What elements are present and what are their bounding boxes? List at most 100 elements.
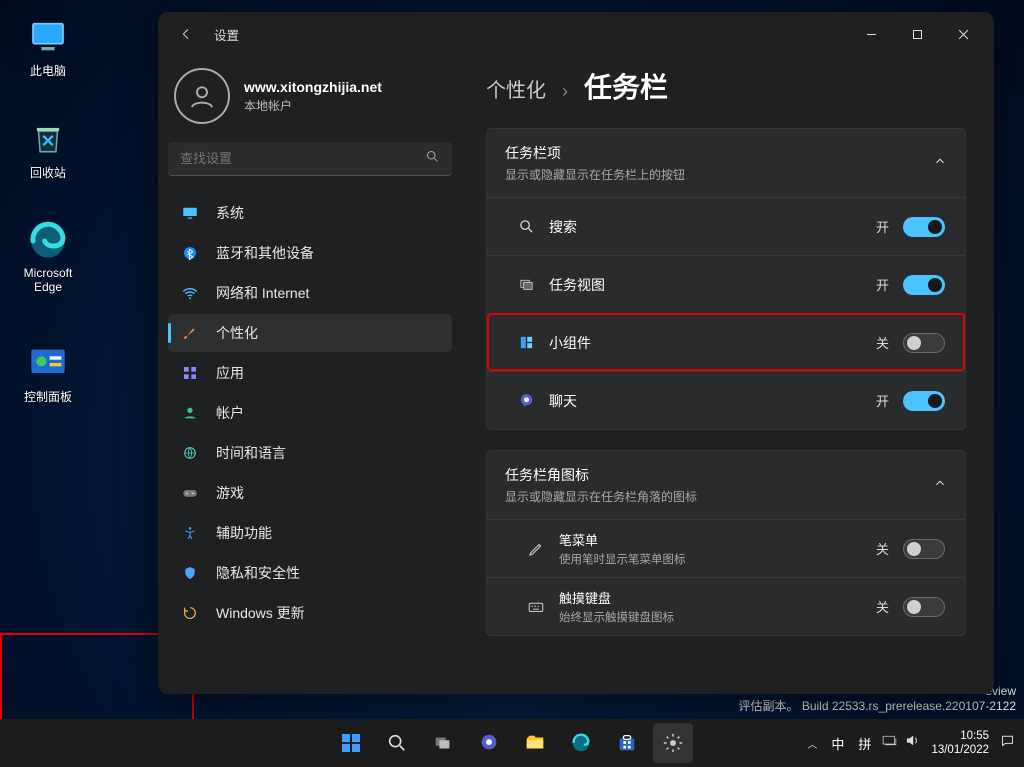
- network-tray-icon[interactable]: [881, 732, 898, 754]
- account-name: www.xitongzhijia.net: [244, 79, 382, 95]
- desktop-icon-cpanel[interactable]: 控制面板: [10, 342, 86, 405]
- row-label: 搜索: [549, 217, 577, 237]
- desktop-icon-label: 回收站: [10, 164, 86, 181]
- shield-icon: [180, 563, 200, 583]
- ime-mode[interactable]: 拼: [854, 734, 875, 753]
- desktop-icon-recycle[interactable]: 回收站: [10, 118, 86, 181]
- taskbar-corner-card: 任务栏角图标 显示或隐藏显示在任务栏角落的图标 笔菜单 使用笔时显示笔菜单图标 …: [486, 450, 966, 636]
- row-label: 小组件: [549, 333, 591, 353]
- content: 个性化 › 任务栏 任务栏项 显示或隐藏显示在任务栏上的按钮 搜索 开: [462, 56, 994, 694]
- apps-icon: [180, 363, 200, 383]
- toggle-state: 关: [876, 539, 889, 558]
- account-block[interactable]: www.xitongzhijia.net 本地帐户: [168, 62, 452, 142]
- notification-tray-icon[interactable]: [999, 732, 1016, 754]
- person-icon: [180, 403, 200, 423]
- update-icon: [180, 603, 200, 623]
- toggle-state: 开: [876, 391, 889, 410]
- toggle-state: 开: [876, 217, 889, 236]
- taskbar-explorer[interactable]: [515, 723, 555, 763]
- toggle-chat[interactable]: [903, 391, 945, 411]
- chevron-up-icon: [933, 476, 947, 495]
- nav-accessibility[interactable]: 辅助功能: [168, 514, 452, 552]
- taskbar-settings[interactable]: [653, 723, 693, 763]
- nav-time[interactable]: 时间和语言: [168, 434, 452, 472]
- toggle-taskview[interactable]: [903, 275, 945, 295]
- section-desc: 显示或隐藏显示在任务栏角落的图标: [505, 488, 697, 505]
- nav-label: 隐私和安全性: [216, 563, 300, 583]
- row-widgets[interactable]: 小组件 关: [487, 313, 965, 371]
- taskbar-search[interactable]: [377, 723, 417, 763]
- minimize-button[interactable]: [848, 18, 894, 50]
- nav-label: 系统: [216, 203, 244, 223]
- gamepad-icon: [180, 483, 200, 503]
- bluetooth-icon: [180, 243, 200, 263]
- account-type: 本地帐户: [244, 97, 382, 114]
- row-search[interactable]: 搜索 开: [487, 197, 965, 255]
- nav-update[interactable]: Windows 更新: [168, 594, 452, 632]
- card-header-taskbar-items[interactable]: 任务栏项 显示或隐藏显示在任务栏上的按钮: [487, 129, 965, 197]
- taskbar-taskview[interactable]: [423, 723, 463, 763]
- breadcrumb: 个性化 › 任务栏: [486, 66, 966, 106]
- maximize-button[interactable]: [894, 18, 940, 50]
- search-icon: [515, 216, 537, 238]
- desktop-icon-thispc[interactable]: 此电脑: [10, 16, 86, 79]
- start-button[interactable]: [331, 723, 371, 763]
- ime-lang[interactable]: 中: [827, 734, 848, 753]
- toggle-widgets[interactable]: [903, 333, 945, 353]
- row-label: 触摸键盘: [559, 588, 674, 607]
- nav-bluetooth[interactable]: 蓝牙和其他设备: [168, 234, 452, 272]
- taskbar-clock[interactable]: 10:55 13/01/2022: [927, 729, 993, 758]
- toggle-state: 关: [876, 597, 889, 616]
- breadcrumb-parent[interactable]: 个性化: [486, 74, 546, 103]
- back-button[interactable]: [172, 20, 200, 48]
- volume-tray-icon[interactable]: [904, 732, 921, 754]
- nav-label: 帐户: [216, 403, 244, 423]
- taskbar: ︿ 中 拼 10:55 13/01/2022: [0, 719, 1024, 767]
- nav-label: 时间和语言: [216, 443, 286, 463]
- sidebar: www.xitongzhijia.net 本地帐户 系统 蓝牙和其他设备: [158, 56, 462, 694]
- nav-label: 应用: [216, 363, 244, 383]
- chat-icon: [515, 390, 537, 412]
- row-sublabel: 使用笔时显示笔菜单图标: [559, 551, 686, 567]
- nav-label: 蓝牙和其他设备: [216, 243, 314, 263]
- nav-personalization[interactable]: 个性化: [168, 314, 452, 352]
- pen-icon: [525, 538, 547, 560]
- nav-network[interactable]: 网络和 Internet: [168, 274, 452, 312]
- breadcrumb-current: 任务栏: [584, 66, 668, 106]
- toggle-state: 关: [876, 333, 889, 352]
- settings-search[interactable]: [168, 142, 452, 176]
- nav-system[interactable]: 系统: [168, 194, 452, 232]
- nav-label: 辅助功能: [216, 523, 272, 543]
- section-desc: 显示或隐藏显示在任务栏上的按钮: [505, 166, 685, 183]
- desktop-icon-edge[interactable]: Microsoft Edge: [10, 220, 86, 294]
- keyboard-icon: [525, 596, 547, 618]
- taskbar-edge[interactable]: [561, 723, 601, 763]
- taskbar-items-card: 任务栏项 显示或隐藏显示在任务栏上的按钮 搜索 开 任务视图 开: [486, 128, 966, 430]
- window-title: 设置: [214, 25, 239, 44]
- taskbar-store[interactable]: [607, 723, 647, 763]
- row-label: 任务视图: [549, 275, 605, 295]
- monitor-icon: [180, 203, 200, 223]
- nav-gaming[interactable]: 游戏: [168, 474, 452, 512]
- toggle-touchkeyboard[interactable]: [903, 597, 945, 617]
- row-taskview[interactable]: 任务视图 开: [487, 255, 965, 313]
- nav-apps[interactable]: 应用: [168, 354, 452, 392]
- taskbar-chat[interactable]: [469, 723, 509, 763]
- tray-overflow[interactable]: ︿: [803, 736, 821, 751]
- card-header-corner-icons[interactable]: 任务栏角图标 显示或隐藏显示在任务栏角落的图标: [487, 451, 965, 519]
- titlebar: 设置: [158, 12, 994, 56]
- chevron-right-icon: ›: [562, 81, 568, 102]
- taskbar-center: [331, 723, 693, 763]
- toggle-penmenu[interactable]: [903, 539, 945, 559]
- row-touchkeyboard[interactable]: 触摸键盘 始终显示触摸键盘图标 关: [487, 577, 965, 635]
- toggle-search[interactable]: [903, 217, 945, 237]
- search-input[interactable]: [180, 151, 425, 166]
- nav-accounts[interactable]: 帐户: [168, 394, 452, 432]
- desktop-icon-label: Microsoft Edge: [10, 266, 86, 294]
- row-penmenu[interactable]: 笔菜单 使用笔时显示笔菜单图标 关: [487, 519, 965, 577]
- close-button[interactable]: [940, 18, 986, 50]
- row-chat[interactable]: 聊天 开: [487, 371, 965, 429]
- widgets-icon: [515, 332, 537, 354]
- nav-privacy[interactable]: 隐私和安全性: [168, 554, 452, 592]
- settings-window: 设置 www.xitongzhijia.net 本地帐户: [158, 12, 994, 694]
